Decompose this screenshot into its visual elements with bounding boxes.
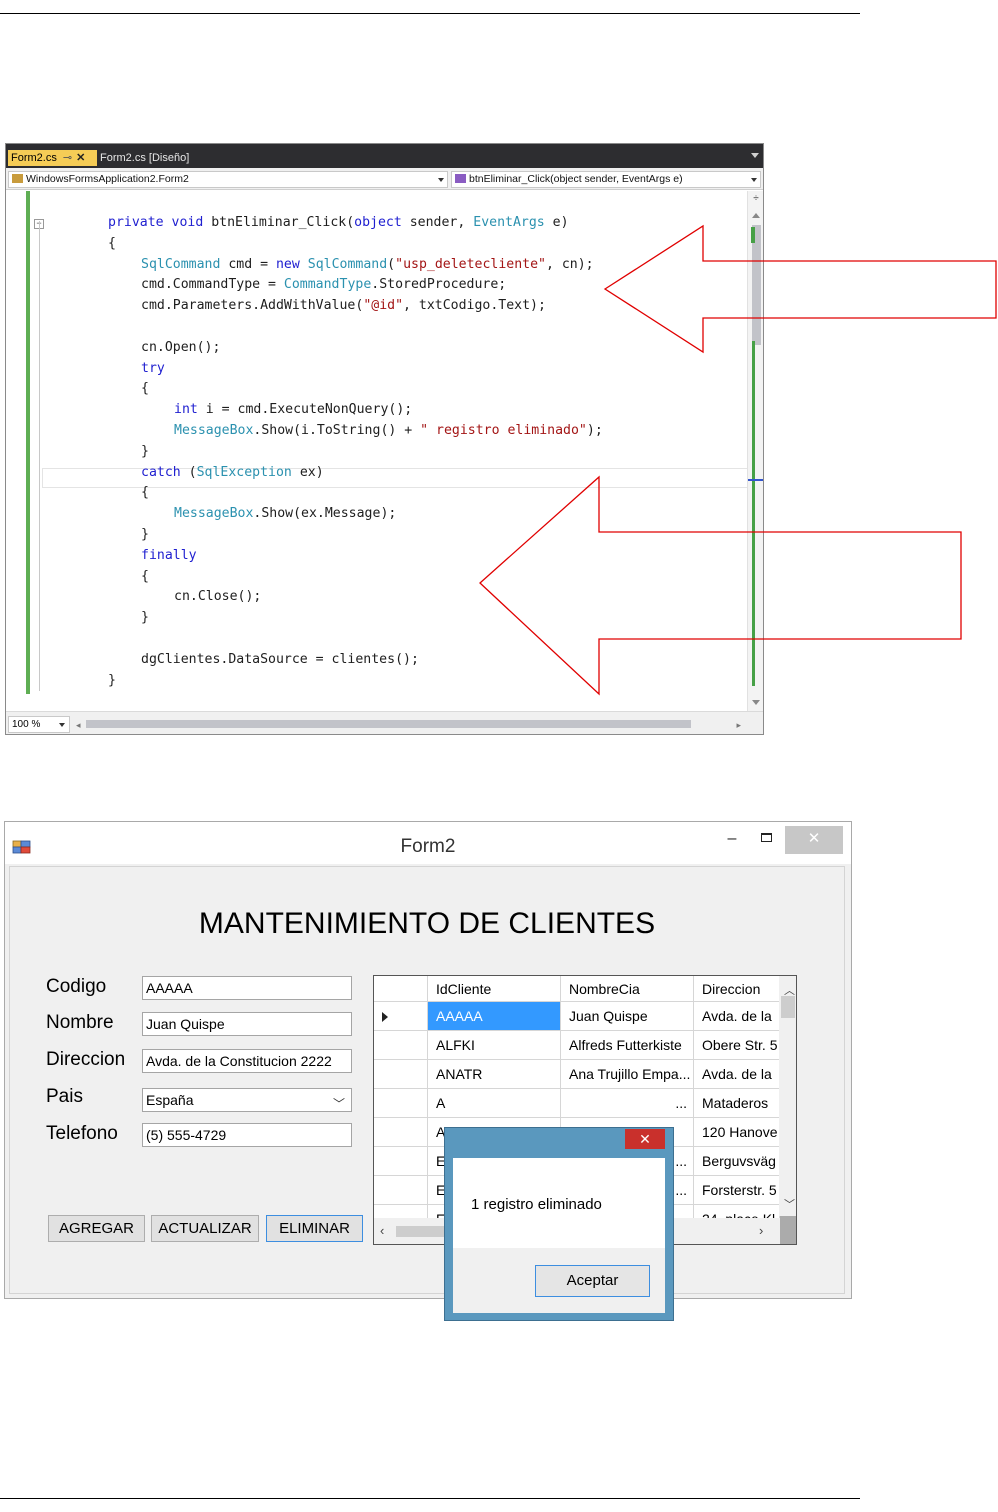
grid-cell[interactable]: ANATR: [428, 1060, 561, 1089]
grid-cell[interactable]: A: [428, 1089, 561, 1118]
row-header[interactable]: [374, 1147, 428, 1176]
nombre-label: Nombre: [46, 1012, 114, 1033]
grid-cell[interactable]: ...: [561, 1089, 694, 1118]
pais-value: España: [146, 1092, 194, 1108]
maximize-icon: [760, 833, 772, 842]
current-row-icon: [382, 1012, 388, 1022]
form-client-area: MANTENIMIENTO DE CLIENTES Codigo AAAAA N…: [9, 866, 845, 1321]
scroll-thumb[interactable]: [781, 996, 795, 1018]
grid-corner: [374, 976, 428, 1002]
chevron-down-icon[interactable]: ﹀: [333, 1093, 345, 1111]
telefono-label: Telefono: [46, 1123, 118, 1144]
column-header-direccion[interactable]: Direccion: [694, 976, 780, 1002]
direccion-input[interactable]: Avda. de la Constitucion 2222: [142, 1049, 352, 1073]
nombre-input[interactable]: Juan Quispe: [142, 1012, 352, 1036]
grid-cell[interactable]: AAAAA: [428, 1002, 561, 1031]
dialog-footer: Aceptar: [453, 1248, 665, 1313]
row-header[interactable]: [374, 1176, 428, 1205]
footer-rule: [0, 1498, 860, 1499]
arrow-icon: [479, 475, 962, 696]
grid-cell[interactable]: Juan Quispe: [561, 1002, 694, 1031]
scroll-right-icon[interactable]: ›: [759, 1223, 763, 1238]
aceptar-button[interactable]: Aceptar: [535, 1265, 650, 1297]
grid-vertical-scrollbar[interactable]: ︿ ﹀: [779, 976, 796, 1216]
actualizar-button[interactable]: ACTUALIZAR: [151, 1215, 259, 1242]
arrow-icon: [603, 224, 997, 354]
message-dialog: ✕ 1 registro eliminado Aceptar: [444, 1127, 674, 1321]
grid-cell[interactable]: Ana Trujillo Empa...: [561, 1060, 694, 1089]
scroll-left-icon[interactable]: ‹: [380, 1223, 384, 1238]
grid-cell[interactable]: Avda. de la: [694, 1060, 780, 1089]
row-header-current[interactable]: [374, 1002, 428, 1031]
annotation-arrows: [479, 224, 997, 696]
close-button[interactable]: ✕: [785, 826, 843, 854]
grid-cell[interactable]: Berguvsväg: [694, 1147, 780, 1176]
grid-cell[interactable]: Avda. de la: [694, 1002, 780, 1031]
dialog-message: 1 registro eliminado: [471, 1196, 602, 1213]
codigo-input[interactable]: AAAAA: [142, 976, 352, 1000]
grid-cell[interactable]: 120 Hanove: [694, 1118, 780, 1147]
pais-label: Pais: [46, 1086, 83, 1107]
scroll-down-icon[interactable]: ﹀: [784, 1196, 795, 1212]
maximize-button[interactable]: [750, 826, 782, 854]
telefono-input[interactable]: (5) 555-4729: [142, 1123, 352, 1147]
grid-cell[interactable]: Forsterstr. 5: [694, 1176, 780, 1205]
grid-cell[interactable]: ALFKI: [428, 1031, 561, 1060]
row-header[interactable]: [374, 1089, 428, 1118]
dialog-body: 1 registro eliminado: [453, 1158, 665, 1248]
form2-window: Form2 – ✕ MANTENIMIENTO DE CLIENTES Codi…: [4, 821, 852, 1321]
dialog-close-button[interactable]: ✕: [625, 1129, 665, 1149]
row-header[interactable]: [374, 1060, 428, 1089]
row-header[interactable]: [374, 1031, 428, 1060]
row-header[interactable]: [374, 1118, 428, 1147]
codigo-label: Codigo: [46, 976, 107, 997]
eliminar-button[interactable]: ELIMINAR: [266, 1215, 363, 1242]
direccion-label: Direccion: [46, 1049, 126, 1070]
column-header-idcliente[interactable]: IdCliente: [428, 976, 561, 1002]
pais-select[interactable]: España ﹀: [142, 1088, 352, 1112]
grid-cell[interactable]: Mataderos: [694, 1089, 780, 1118]
column-header-nombrecia[interactable]: NombreCia: [561, 976, 694, 1002]
page-title: MANTENIMIENTO DE CLIENTES: [198, 907, 656, 940]
grid-cell[interactable]: Alfreds Futterkiste: [561, 1031, 694, 1060]
minimize-button[interactable]: –: [716, 826, 748, 854]
title-bar: Form2 – ✕: [5, 822, 851, 864]
grid-cell[interactable]: Obere Str. 5: [694, 1031, 780, 1060]
agregar-button[interactable]: AGREGAR: [48, 1215, 145, 1242]
